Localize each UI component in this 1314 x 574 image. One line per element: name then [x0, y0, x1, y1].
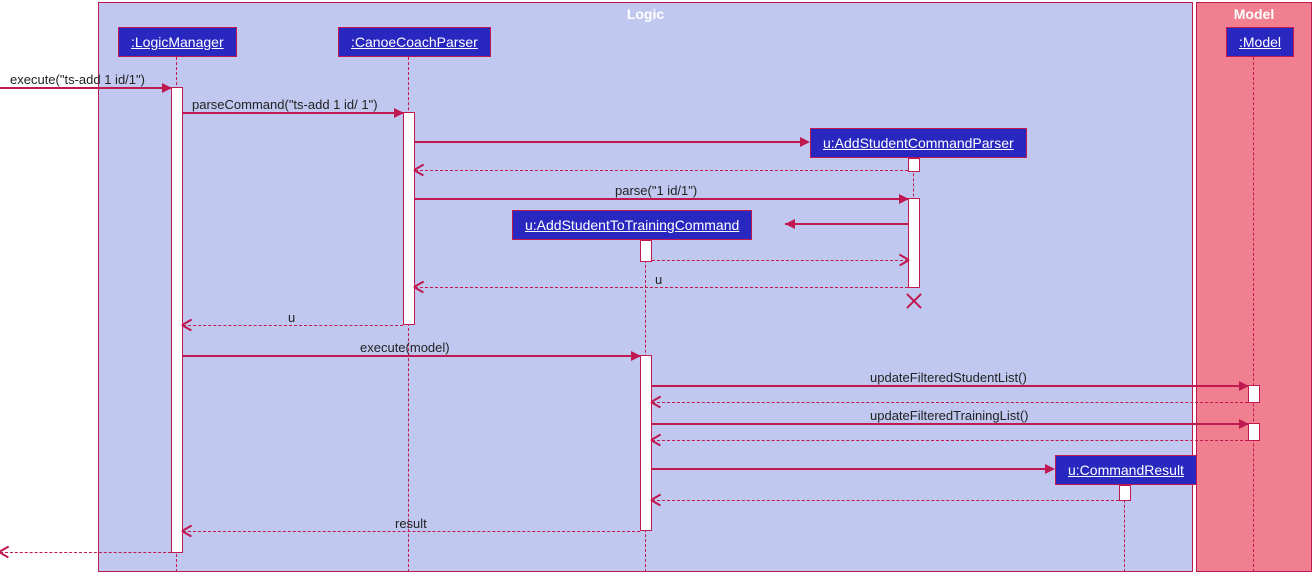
arrow — [652, 385, 1248, 387]
arrow-return — [652, 440, 1248, 441]
participant-logicmanager: :LogicManager — [118, 27, 237, 57]
arrow-return — [0, 552, 171, 553]
participant-label: :CanoeCoachParser — [351, 34, 478, 50]
msg-result: result — [395, 516, 427, 531]
arrowhead-icon — [415, 282, 425, 292]
arrow — [0, 87, 171, 89]
arrowhead-icon — [898, 255, 908, 265]
model-frame: Model — [1196, 2, 1312, 572]
activation-commandresult — [1119, 485, 1131, 501]
msg-parse: parse("1 id/1") — [615, 183, 697, 198]
msg-executemodel: execute(model) — [360, 340, 450, 355]
arrowhead-icon — [1239, 419, 1249, 429]
arrow — [785, 223, 908, 225]
activation-asttc-2 — [640, 355, 652, 531]
participant-label: u:CommandResult — [1068, 462, 1184, 478]
activation-canoecoachparser — [403, 112, 415, 325]
arrow-return — [415, 287, 908, 288]
msg-u2: u — [288, 310, 295, 325]
arrow — [183, 355, 640, 357]
arrow-return — [652, 402, 1248, 403]
model-frame-title: Model — [1197, 3, 1311, 25]
participant-addstudenttotrainingcommand: u:AddStudentToTrainingCommand — [512, 210, 752, 240]
arrow — [415, 141, 808, 143]
lifeline-model — [1253, 57, 1254, 572]
arrowhead-icon — [652, 435, 662, 445]
arrowhead-icon — [652, 495, 662, 505]
participant-commandresult: u:CommandResult — [1055, 455, 1197, 485]
arrowhead-icon — [800, 137, 810, 147]
arrow-return — [415, 170, 908, 171]
arrowhead-icon — [394, 108, 404, 118]
activation-ascp-2 — [908, 198, 920, 288]
arrowhead-icon — [631, 351, 641, 361]
msg-updatetraining: updateFilteredTrainingList() — [870, 408, 1028, 423]
msg-parsecommand: parseCommand("ts-add 1 id/ 1") — [192, 97, 378, 112]
arrow-return — [652, 260, 908, 261]
msg-updatestudent: updateFilteredStudentList() — [870, 370, 1027, 385]
arrowhead-icon — [162, 83, 172, 93]
arrowhead-icon — [0, 547, 10, 557]
activation-asttc-1 — [640, 240, 652, 262]
msg-u1: u — [655, 272, 662, 287]
arrow-return — [183, 531, 640, 532]
arrowhead-icon — [1239, 381, 1249, 391]
participant-model: :Model — [1226, 27, 1294, 57]
logic-frame-title: Logic — [99, 3, 1192, 25]
arrow — [652, 423, 1248, 425]
msg-execute1: execute("ts-add 1 id/1") — [10, 72, 145, 87]
participant-label: u:AddStudentCommandParser — [823, 135, 1014, 151]
arrow-return — [652, 500, 1119, 501]
activation-logicmanager — [171, 87, 183, 553]
participant-label: u:AddStudentToTrainingCommand — [525, 217, 739, 233]
arrowhead-icon — [899, 194, 909, 204]
activation-model-2 — [1248, 423, 1260, 441]
arrow — [415, 198, 908, 200]
arrowhead-icon — [652, 397, 662, 407]
arrowhead-icon — [183, 526, 193, 536]
participant-label: :LogicManager — [131, 34, 224, 50]
participant-addstudentcommandparser: u:AddStudentCommandParser — [810, 128, 1027, 158]
arrowhead-icon — [415, 165, 425, 175]
participant-canoecoachparser: :CanoeCoachParser — [338, 27, 491, 57]
destroy-icon — [904, 290, 924, 310]
arrow-return — [183, 325, 403, 326]
arrow — [183, 112, 403, 114]
arrowhead-icon — [183, 320, 193, 330]
participant-label: :Model — [1239, 34, 1281, 50]
arrowhead-icon — [1045, 464, 1055, 474]
arrow — [652, 468, 1053, 470]
activation-model-1 — [1248, 385, 1260, 403]
arrowhead-icon — [785, 219, 795, 229]
activation-ascp-1 — [908, 158, 920, 172]
